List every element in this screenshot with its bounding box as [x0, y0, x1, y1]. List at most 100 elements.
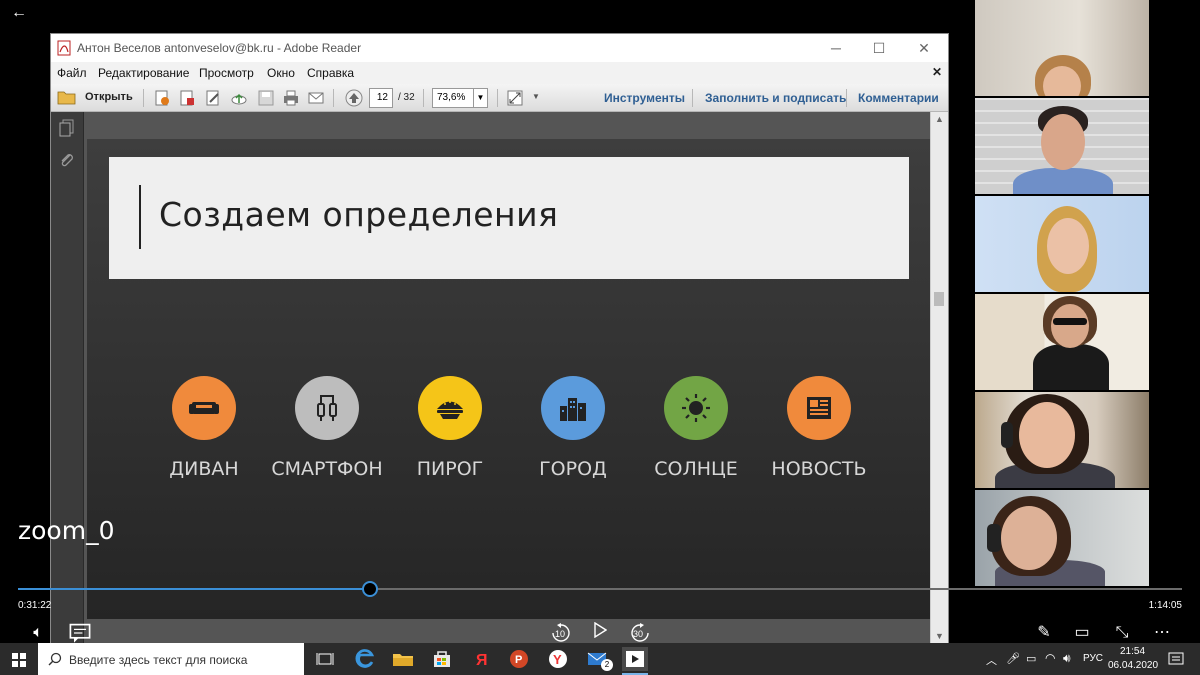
mail-app-button[interactable]: 2: [585, 647, 613, 671]
play-button[interactable]: [588, 621, 612, 644]
mini-view-icon[interactable]: ▭: [1070, 622, 1094, 644]
create-pdf-icon[interactable]: [153, 89, 171, 107]
toolbar: Открыть 12 / 32 73,6% ▼ ▼ Инструменты За…: [51, 84, 948, 112]
menu-file[interactable]: Файл: [57, 66, 87, 80]
page-thumbnails-icon[interactable]: [59, 119, 75, 137]
close-document-icon[interactable]: ✕: [932, 65, 942, 79]
scrollbar-thumb[interactable]: [934, 292, 944, 306]
toolbar-divider: [423, 89, 424, 107]
menu-window[interactable]: Окно: [267, 66, 295, 80]
rewind-10-button[interactable]: 10: [549, 622, 573, 644]
yandex-icon[interactable]: Y: [545, 647, 571, 671]
cloud-upload-icon[interactable]: [230, 89, 248, 107]
participant-video: [975, 98, 1149, 194]
wifi-icon[interactable]: ◠: [1045, 651, 1055, 665]
scroll-up-icon[interactable]: ▲: [935, 114, 944, 124]
tools-button[interactable]: Инструменты: [604, 91, 685, 105]
notifications-icon[interactable]: [1168, 651, 1184, 667]
video-player: ← Антон Веселов antonveselov@bk.ru - Ado…: [0, 0, 1200, 675]
fill-and-sign-button[interactable]: Заполнить и подписать: [705, 91, 846, 105]
file-explorer-icon[interactable]: [390, 647, 416, 671]
concept-circle: [418, 376, 482, 440]
forward-30-button[interactable]: 30: [628, 622, 652, 644]
clock-time[interactable]: 21:54: [1120, 646, 1145, 657]
more-options-icon[interactable]: ⋯: [1150, 622, 1174, 644]
page-number-input[interactable]: 12: [369, 88, 393, 108]
speaker-icon[interactable]: 🔊︎: [1063, 651, 1071, 666]
fullscreen-exit-icon[interactable]: ⤡: [1110, 622, 1134, 644]
vertical-scrollbar[interactable]: ▲ ▼: [930, 112, 948, 643]
toolbar-divider: [333, 89, 334, 107]
store-icon[interactable]: [429, 647, 455, 671]
show-hidden-icons[interactable]: ︿: [986, 652, 997, 668]
concept-item-sun: СОЛНЦЕ: [636, 376, 756, 496]
toolbar-divider: [143, 89, 144, 107]
task-view-icon[interactable]: [312, 647, 338, 671]
toolbar-divider: [497, 89, 498, 107]
remaining-time: 1:14:05: [1148, 600, 1182, 611]
video-title: zoom_0: [18, 516, 115, 545]
minimize-icon[interactable]: ─: [821, 38, 851, 58]
movies-tv-icon: [626, 651, 644, 667]
back-arrow-icon[interactable]: ←: [8, 3, 30, 23]
window-title: Антон Веселов antonveselov@bk.ru - Adobe…: [77, 41, 362, 55]
document-view[interactable]: Создаем определения ДИВАН СМАРТФОН ПИРОГ…: [84, 112, 931, 643]
yandex-browser-icon[interactable]: Я: [468, 647, 494, 671]
mail-badge: 2: [601, 659, 613, 671]
save-icon[interactable]: [257, 89, 275, 107]
concept-label: НОВОСТЬ: [771, 458, 867, 480]
print-icon[interactable]: [282, 89, 300, 107]
concept-circle: [541, 376, 605, 440]
concept-item-city: ГОРОД: [513, 376, 633, 496]
open-button-label: Открыть: [85, 91, 133, 103]
edge-browser-icon[interactable]: [352, 647, 378, 671]
language-indicator[interactable]: РУС: [1083, 653, 1103, 664]
microphone-icon[interactable]: 🎤︎: [1006, 652, 1020, 665]
edit-pdf-icon[interactable]: [204, 89, 222, 107]
subtitles-icon[interactable]: [68, 622, 92, 644]
open-button[interactable]: Открыть: [57, 88, 133, 108]
concept-circle: [295, 376, 359, 440]
forward-label: 30: [633, 629, 644, 639]
zoom-value: 73,6%: [437, 92, 466, 103]
close-icon[interactable]: ✕: [909, 38, 939, 58]
attachment-icon[interactable]: [59, 151, 75, 169]
comments-button[interactable]: Комментарии: [858, 91, 939, 105]
chevron-down-icon[interactable]: ▼: [473, 89, 487, 107]
concept-item-smartphone: СМАРТФОН: [267, 376, 387, 496]
email-icon[interactable]: [307, 89, 325, 107]
menu-help[interactable]: Справка: [307, 66, 354, 80]
concept-item-sofa: ДИВАН: [144, 376, 264, 496]
menu-view[interactable]: Просмотр: [199, 66, 254, 80]
export-pdf-icon[interactable]: [178, 89, 196, 107]
window-titlebar: Антон Веселов antonveselov@bk.ru - Adobe…: [51, 34, 948, 62]
pdf-app-icon: [57, 40, 71, 56]
taskbar-search-input[interactable]: Введите здесь текст для поиска: [38, 643, 304, 675]
title-accent-bar: [139, 185, 141, 249]
movies-app-button[interactable]: [622, 647, 648, 671]
powerpoint-icon[interactable]: P: [506, 647, 532, 671]
scroll-down-icon[interactable]: ▼: [935, 631, 944, 641]
slide-title: Создаем определения: [159, 195, 559, 234]
windows-start-button[interactable]: [0, 643, 38, 675]
sofa-icon: [189, 402, 219, 414]
city-icon: [560, 398, 586, 421]
maximize-icon[interactable]: ☐: [864, 38, 894, 58]
sun-icon: [682, 394, 710, 422]
previous-page-icon[interactable]: [345, 89, 363, 107]
toolbar-divider: [846, 89, 847, 107]
battery-icon[interactable]: ▭: [1026, 652, 1036, 665]
zoom-select[interactable]: 73,6% ▼: [432, 88, 488, 108]
fullscreen-icon[interactable]: [506, 89, 524, 107]
seek-bar[interactable]: [18, 581, 1182, 597]
volume-icon[interactable]: 🔈︎: [26, 622, 50, 644]
clock-date[interactable]: 06.04.2020: [1108, 660, 1158, 671]
rewind-label: 10: [555, 629, 566, 639]
concept-label: СМАРТФОН: [271, 458, 383, 480]
menu-edit[interactable]: Редактирование: [98, 66, 189, 80]
seek-bar-thumb[interactable]: [361, 581, 378, 597]
folder-icon: [57, 91, 76, 105]
windows-logo-icon: [12, 653, 26, 667]
toolbar-overflow-icon[interactable]: ▼: [532, 92, 540, 101]
pen-icon[interactable]: ✎: [1032, 622, 1056, 644]
